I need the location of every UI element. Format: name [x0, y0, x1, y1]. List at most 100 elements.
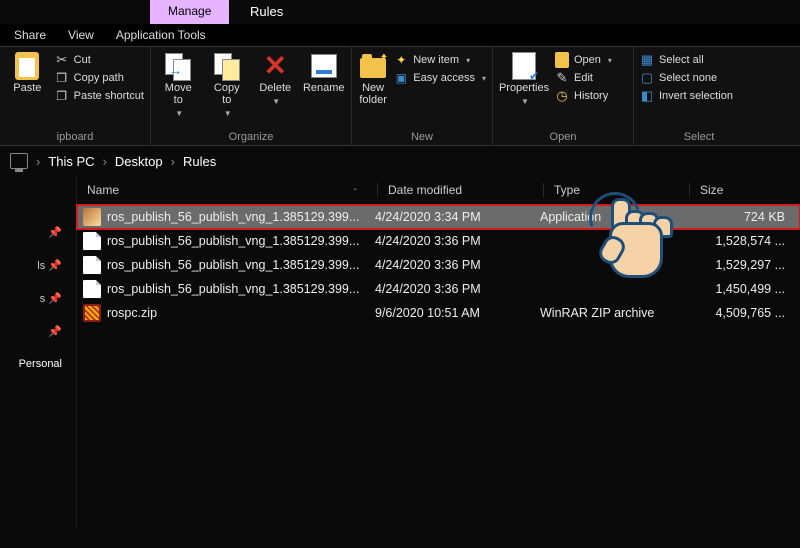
file-date: 4/24/2020 3:36 PM	[365, 258, 530, 272]
file-name: ros_publish_56_publish_vng_1.385129.399.…	[107, 258, 365, 272]
delete-label: Delete	[259, 82, 291, 94]
copy-to-button[interactable]: Copy to▼	[206, 51, 249, 118]
file-size: 1,450,499 ...	[675, 282, 785, 296]
easy-access-icon	[394, 71, 408, 85]
rename-button[interactable]: Rename	[303, 51, 346, 94]
group-open-label: Open	[493, 131, 633, 145]
file-date: 4/24/2020 3:34 PM	[365, 210, 530, 224]
breadcrumb-rules[interactable]: Rules	[183, 154, 216, 169]
sidebar-item-personal[interactable]: Personal	[19, 358, 62, 370]
copy-path-button[interactable]: Copy path	[55, 71, 144, 85]
new-item-button[interactable]: New item▾	[394, 53, 486, 67]
application-icon	[83, 208, 101, 226]
select-none-label: Select none	[659, 72, 717, 84]
file-date: 9/6/2020 10:51 AM	[365, 306, 530, 320]
file-row[interactable]: ros_publish_56_publish_vng_1.385129.399.…	[77, 205, 800, 229]
invert-selection-button[interactable]: Invert selection	[640, 89, 733, 103]
move-to-icon: →	[165, 53, 191, 79]
easy-access-label: Easy access	[413, 72, 475, 84]
pin-icon: 📌	[48, 325, 62, 338]
history-button[interactable]: History	[555, 89, 612, 103]
group-clipboard-label: ipboard	[0, 131, 150, 145]
column-header-size[interactable]: Size	[689, 183, 800, 197]
file-name: ros_publish_56_publish_vng_1.385129.399.…	[107, 282, 365, 296]
archive-icon	[83, 304, 101, 322]
edit-icon	[555, 71, 569, 85]
new-folder-button[interactable]: New folder	[358, 51, 388, 106]
menu-application-tools[interactable]: Application Tools	[116, 28, 206, 42]
file-type: Application	[530, 210, 675, 224]
rename-label: Rename	[303, 82, 345, 94]
copy-path-icon	[55, 71, 69, 85]
file-size: 1,528,574 ...	[675, 234, 785, 248]
open-label: Open	[574, 54, 601, 66]
paste-shortcut-button[interactable]: Paste shortcut	[55, 89, 144, 103]
properties-button[interactable]: Properties▼	[499, 51, 549, 106]
edit-button[interactable]: Edit	[555, 71, 612, 85]
menu-share[interactable]: Share	[14, 28, 46, 42]
sidebar-item[interactable]: s 📌	[40, 292, 62, 305]
copy-to-label: Copy to	[214, 82, 240, 106]
paste-shortcut-label: Paste shortcut	[74, 90, 144, 102]
file-row[interactable]: ros_publish_56_publish_vng_1.385129.399.…	[77, 253, 800, 277]
new-item-label: New item	[413, 54, 459, 66]
column-header-name[interactable]: Name	[77, 183, 377, 197]
pc-icon	[10, 153, 28, 169]
open-button[interactable]: Open▾	[555, 53, 612, 67]
select-all-icon	[640, 53, 654, 67]
paste-button[interactable]: Paste	[6, 51, 49, 94]
move-to-button[interactable]: → Move to▼	[157, 51, 200, 118]
cut-button[interactable]: Cut	[55, 53, 144, 67]
sidebar-item[interactable]: ls 📌	[37, 259, 62, 272]
easy-access-button[interactable]: Easy access▾	[394, 71, 486, 85]
breadcrumb[interactable]: › This PC › Desktop › Rules	[0, 146, 800, 176]
column-header-date[interactable]: Date modified	[377, 183, 543, 197]
copy-to-icon	[214, 53, 240, 79]
column-header-type[interactable]: Type	[543, 183, 689, 197]
move-to-label: Move to	[165, 82, 192, 106]
file-row[interactable]: rospc.zip 9/6/2020 10:51 AM WinRAR ZIP a…	[77, 301, 800, 325]
scissors-icon	[55, 53, 69, 67]
window-title: Rules	[250, 4, 283, 19]
properties-icon	[512, 52, 536, 80]
cut-label: Cut	[74, 54, 91, 66]
open-icon	[555, 52, 569, 68]
file-name: ros_publish_56_publish_vng_1.385129.399.…	[107, 210, 365, 224]
group-organize-label: Organize	[151, 131, 351, 145]
tab-manage[interactable]: Manage	[150, 0, 229, 24]
chevron-right-icon: ›	[36, 154, 40, 169]
menu-view[interactable]: View	[68, 28, 94, 42]
file-date: 4/24/2020 3:36 PM	[365, 282, 530, 296]
paste-label: Paste	[13, 82, 41, 94]
delete-button[interactable]: ✕ Delete▼	[254, 51, 297, 106]
nav-sidebar: 📌 ls 📌 s 📌 📌 Personal	[0, 176, 77, 528]
new-item-icon	[394, 53, 408, 67]
group-select-label: Select	[634, 131, 764, 145]
file-name: rospc.zip	[107, 306, 365, 320]
invert-selection-icon	[640, 89, 654, 103]
history-label: History	[574, 90, 608, 102]
breadcrumb-this-pc[interactable]: This PC	[48, 154, 94, 169]
paste-shortcut-icon	[55, 89, 69, 103]
history-icon	[555, 89, 569, 103]
new-folder-label: New folder	[359, 82, 387, 106]
chevron-right-icon: ›	[103, 154, 107, 169]
file-row[interactable]: ros_publish_56_publish_vng_1.385129.399.…	[77, 277, 800, 301]
chevron-right-icon: ›	[171, 154, 175, 169]
properties-label: Properties	[499, 82, 549, 94]
select-all-button[interactable]: Select all	[640, 53, 733, 67]
file-name: ros_publish_56_publish_vng_1.385129.399.…	[107, 234, 365, 248]
file-row[interactable]: ros_publish_56_publish_vng_1.385129.399.…	[77, 229, 800, 253]
edit-label: Edit	[574, 72, 593, 84]
rename-icon	[311, 54, 337, 78]
file-size: 1,529,297 ...	[675, 258, 785, 272]
select-none-button[interactable]: Select none	[640, 71, 733, 85]
paste-icon	[15, 52, 39, 80]
copy-path-label: Copy path	[74, 72, 124, 84]
file-size: 724 KB	[675, 210, 785, 224]
select-none-icon	[640, 71, 654, 85]
breadcrumb-desktop[interactable]: Desktop	[115, 154, 163, 169]
group-new-label: New	[352, 131, 492, 145]
file-icon	[83, 232, 101, 250]
file-icon	[83, 256, 101, 274]
